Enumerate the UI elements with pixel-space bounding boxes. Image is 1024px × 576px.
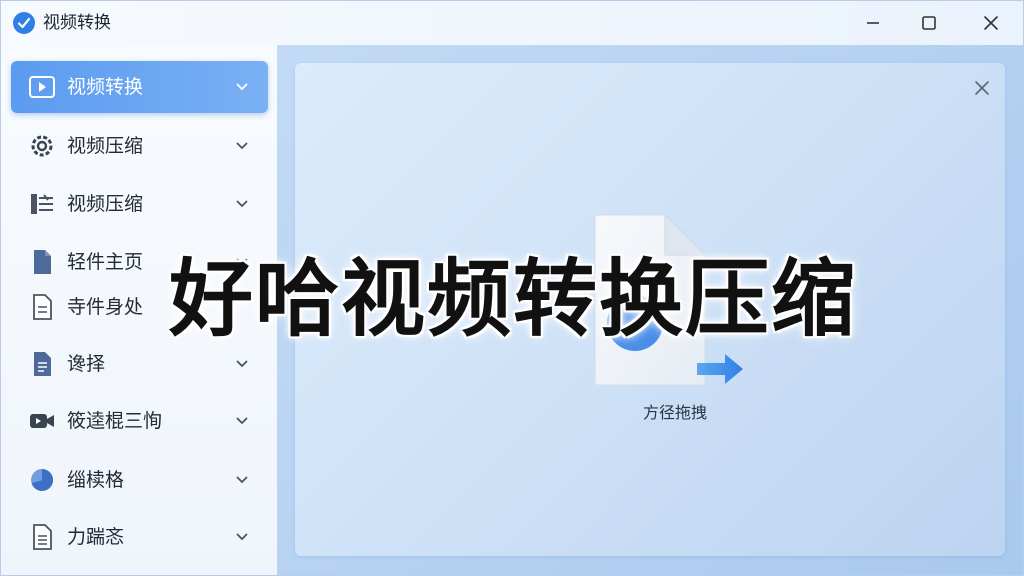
sidebar-item-label: 视频压缩 — [67, 193, 144, 215]
minimize-button[interactable] — [858, 9, 888, 37]
sidebar-item-label: 缁椟格 — [67, 469, 125, 491]
chevron-down-icon — [233, 78, 251, 96]
drop-hint-text: 方径拖拽 — [642, 403, 707, 422]
compress-icon — [27, 189, 57, 219]
chevron-down-icon — [233, 471, 251, 489]
close-button[interactable] — [976, 9, 1006, 37]
video-camera-icon — [27, 406, 57, 436]
sidebar-item-label: 视频转换 — [67, 76, 144, 98]
app-logo-icon — [13, 12, 35, 34]
sidebar-item-video-convert[interactable]: 视频转换 — [11, 61, 268, 113]
sidebar-item-video-tools[interactable]: 筱逵棍三恂 — [11, 395, 268, 447]
sidebar-item-label: 筱逵棍三恂 — [67, 410, 163, 432]
sidebar-item-settings[interactable]: 力踹忞 — [11, 511, 268, 563]
gear-icon — [27, 131, 57, 161]
minimize-icon — [867, 22, 879, 24]
sidebar-item-label: 谗择 — [67, 353, 106, 375]
maximize-button[interactable] — [914, 9, 944, 37]
list-document-icon — [27, 349, 57, 379]
close-icon — [975, 81, 989, 95]
sidebar-item-video-compress-2[interactable]: 视频压缩 — [11, 178, 268, 230]
chevron-down-icon — [233, 412, 251, 430]
chevron-down-icon — [233, 195, 251, 213]
close-icon — [984, 16, 998, 30]
panel-close-button[interactable] — [971, 77, 993, 99]
app-window: 视频转换 视频转换 视频压缩 视频压缩 轻件主页 寺件身处 谗择 筱逵棍三恂 缁… — [0, 0, 1024, 576]
overlay-banner-title: 好哈视频转换压缩 — [168, 250, 857, 348]
pie-icon — [27, 465, 57, 495]
play-icon — [27, 72, 57, 102]
title-bar: 视频转换 — [1, 1, 1023, 45]
chevron-down-icon — [233, 528, 251, 546]
sidebar-item-video-compress[interactable]: 视频压缩 — [11, 120, 268, 172]
maximize-icon — [922, 16, 936, 30]
sidebar-item-label: 视频压缩 — [67, 135, 144, 157]
chevron-down-icon — [233, 137, 251, 155]
note-icon — [27, 522, 57, 552]
sidebar-item-format[interactable]: 缁椟格 — [11, 454, 268, 506]
chevron-down-icon — [233, 355, 251, 373]
sidebar-item-label: 力踹忞 — [67, 526, 125, 548]
window-title: 视频转换 — [43, 13, 111, 33]
